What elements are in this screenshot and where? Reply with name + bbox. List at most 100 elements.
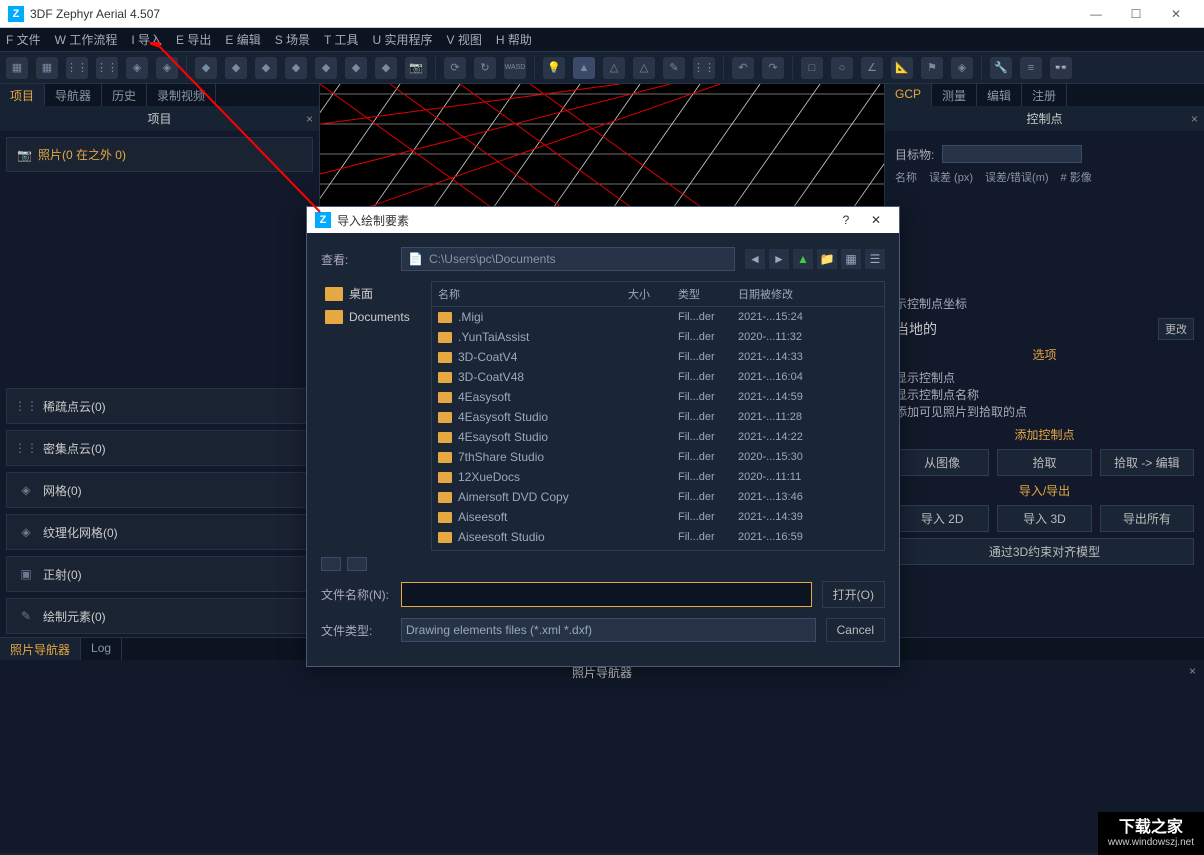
imp2d-button[interactable]: 导入 2D [895, 505, 989, 532]
wasd-icon[interactable]: WASD [504, 57, 526, 79]
layer-texmesh[interactable]: ◈纹理化网格(0) [6, 514, 313, 550]
file-row[interactable]: AiseesoftFil...der2021-...14:39 [432, 507, 884, 527]
toolbar-btn-9[interactable]: ◆ [255, 57, 277, 79]
pickedit-button[interactable]: 拾取 -> 编辑 [1100, 449, 1194, 476]
grid-view-icon[interactable]: ▦ [841, 249, 861, 269]
file-row[interactable]: .YunTaiAssistFil...der2020-...11:32 [432, 327, 884, 347]
dialog-help-button[interactable]: ? [831, 213, 861, 227]
file-row[interactable]: 4Esaysoft StudioFil...der2021-...14:22 [432, 427, 884, 447]
tab-navigator[interactable]: 导航器 [45, 84, 102, 106]
filetype-select[interactable]: Drawing elements files (*.xml *.dxf) [401, 618, 816, 642]
close-button[interactable]: ✕ [1156, 0, 1196, 28]
tab-photonav[interactable]: 照片导航器 [0, 638, 81, 660]
fromimg-button[interactable]: 从图像 [895, 449, 989, 476]
circle-icon[interactable]: ○ [831, 57, 853, 79]
imp3d-button[interactable]: 导入 3D [997, 505, 1091, 532]
dialog-close-button[interactable]: ✕ [861, 213, 891, 227]
wrench-icon[interactable]: 🔧 [990, 57, 1012, 79]
menu-import[interactable]: I 导入 [131, 31, 162, 48]
toolbar-btn-5[interactable]: ◈ [126, 57, 148, 79]
align3d-button[interactable]: 通过3D约束对齐模型 [895, 538, 1194, 565]
newfolder-icon[interactable]: 📁 [817, 249, 837, 269]
tab-project[interactable]: 项目 [0, 84, 45, 106]
layer-mesh[interactable]: ◈网格(0) [6, 472, 313, 508]
triangle-icon[interactable]: △ [603, 57, 625, 79]
photos-item[interactable]: 📷 照片(0 在之外 0) [6, 137, 313, 172]
place-documents[interactable]: Documents [321, 306, 421, 328]
toolbar-btn-6[interactable]: ◈ [156, 57, 178, 79]
toolbar-btn-3[interactable]: ⋮⋮ [66, 57, 88, 79]
file-row[interactable]: 7thShare StudioFil...der2020-...15:30 [432, 447, 884, 467]
triangle2-icon[interactable]: △ [633, 57, 655, 79]
menu-edit[interactable]: E 编辑 [225, 31, 260, 48]
pager-1[interactable] [321, 557, 341, 571]
target-field[interactable] [942, 145, 1082, 163]
tab-edit[interactable]: 编辑 [977, 84, 1022, 106]
tab-register[interactable]: 注册 [1022, 84, 1067, 106]
menu-file[interactable]: F 文件 [6, 31, 41, 48]
bars-icon[interactable]: ≡ [1020, 57, 1042, 79]
file-list[interactable]: 名称 大小 类型 日期被修改 .MigiFil...der2021-...15:… [431, 281, 885, 551]
file-row[interactable]: 3D-CoatV4Fil...der2021-...14:33 [432, 347, 884, 367]
cancel-button[interactable]: Cancel [826, 618, 885, 642]
flag-icon[interactable]: ⚑ [921, 57, 943, 79]
toolbar-btn-8[interactable]: ◆ [225, 57, 247, 79]
forward-icon[interactable]: ► [769, 249, 789, 269]
menu-utilities[interactable]: U 实用程序 [373, 31, 433, 48]
menu-workflow[interactable]: W 工作流程 [55, 31, 118, 48]
file-row[interactable]: 4Easysoft StudioFil...der2021-...11:28 [432, 407, 884, 427]
redo-icon[interactable]: ↷ [762, 57, 784, 79]
bulb-icon[interactable]: 💡 [543, 57, 565, 79]
toolbar-btn-4[interactable]: ⋮⋮ [96, 57, 118, 79]
mask-icon[interactable]: 👓 [1050, 57, 1072, 79]
ruler-icon[interactable]: 📐 [891, 57, 913, 79]
maximize-button[interactable]: ☐ [1116, 0, 1156, 28]
angle-icon[interactable]: ∠ [861, 57, 883, 79]
menu-view[interactable]: V 视图 [447, 31, 482, 48]
file-row[interactable]: 4EasysoftFil...der2021-...14:59 [432, 387, 884, 407]
toolbar-btn-12[interactable]: ◆ [345, 57, 367, 79]
camera-icon[interactable]: 📷 [405, 57, 427, 79]
toolbar-btn-10[interactable]: ◆ [285, 57, 307, 79]
menu-export[interactable]: E 导出 [176, 31, 211, 48]
refresh-icon[interactable]: ↻ [474, 57, 496, 79]
file-row[interactable]: AlarmClockDataFil...der2021-...15:33 [432, 547, 884, 551]
path-field[interactable]: 📄C:\Users\pc\Documents [401, 247, 735, 271]
brush-icon[interactable]: ✎ [663, 57, 685, 79]
tab-gcp[interactable]: GCP [885, 84, 932, 106]
change-button[interactable]: 更改 [1158, 318, 1194, 340]
dots-icon[interactable]: ⋮⋮ [693, 57, 715, 79]
layer-ortho[interactable]: ▣正射(0) [6, 556, 313, 592]
toolbar-btn-11[interactable]: ◆ [315, 57, 337, 79]
toolbar-btn-1[interactable]: ▦ [6, 57, 28, 79]
tab-history[interactable]: 历史 [102, 84, 147, 106]
layer-dense[interactable]: ⋮⋮密集点云(0) [6, 430, 313, 466]
cube-icon[interactable]: ◈ [951, 57, 973, 79]
filename-input[interactable] [401, 582, 812, 607]
tab-record[interactable]: 录制视频 [147, 84, 216, 106]
open-button[interactable]: 打开(O) [822, 581, 885, 608]
undo-icon[interactable]: ↶ [732, 57, 754, 79]
file-row[interactable]: Aiseesoft StudioFil...der2021-...16:59 [432, 527, 884, 547]
select-icon[interactable]: □ [801, 57, 823, 79]
minimize-button[interactable]: — [1076, 0, 1116, 28]
ctrl-panel-close[interactable]: × [1191, 112, 1198, 126]
pick-button[interactable]: 拾取 [997, 449, 1091, 476]
file-row[interactable]: .MigiFil...der2021-...15:24 [432, 307, 884, 327]
toolbar-btn-7[interactable]: ◆ [195, 57, 217, 79]
layer-draw[interactable]: ✎绘制元素(0) [6, 598, 313, 634]
rotate-icon[interactable]: ⟳ [444, 57, 466, 79]
toolbar-btn-13[interactable]: ◆ [375, 57, 397, 79]
menu-scene[interactable]: S 场景 [275, 31, 310, 48]
menu-help[interactable]: H 帮助 [496, 31, 532, 48]
tab-log[interactable]: Log [81, 638, 122, 660]
file-row[interactable]: 3D-CoatV48Fil...der2021-...16:04 [432, 367, 884, 387]
toolbar-btn-2[interactable]: ▦ [36, 57, 58, 79]
file-row[interactable]: 12XueDocsFil...der2020-...11:11 [432, 467, 884, 487]
triforce-icon[interactable]: ▲ [573, 57, 595, 79]
menu-tools[interactable]: T 工具 [324, 31, 358, 48]
up-icon[interactable]: ▲ [793, 249, 813, 269]
list-view-icon[interactable]: ☰ [865, 249, 885, 269]
expall-button[interactable]: 导出所有 [1100, 505, 1194, 532]
photonav-close[interactable]: × [1189, 664, 1196, 678]
